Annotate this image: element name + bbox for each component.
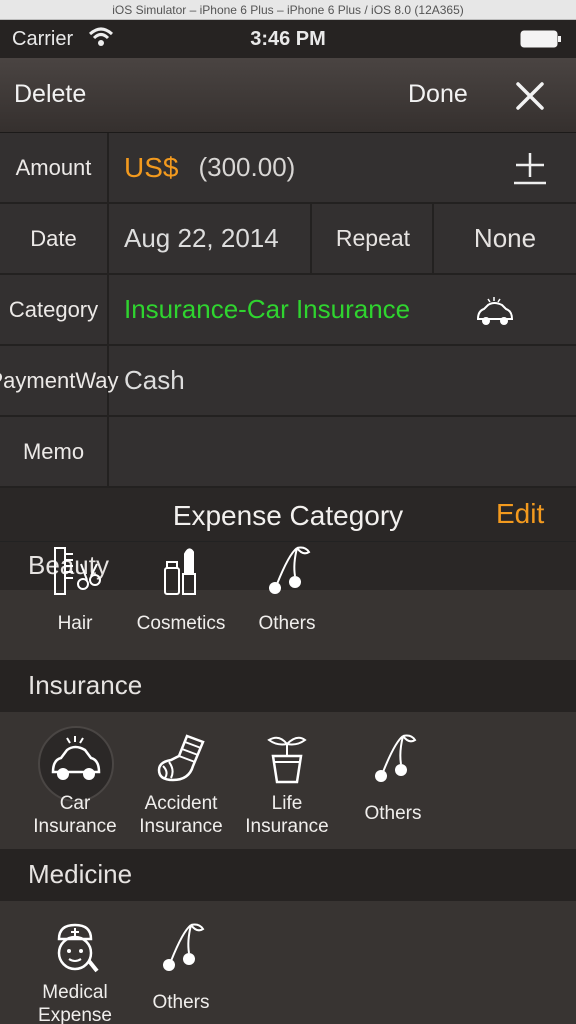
section-name: Insurance bbox=[28, 670, 143, 700]
currency-label[interactable]: US$ bbox=[124, 152, 178, 184]
category-beauty-others[interactable]: Others bbox=[234, 544, 340, 634]
repeat-label: Repeat bbox=[335, 225, 411, 251]
battery-icon bbox=[520, 30, 561, 48]
date-label: Date bbox=[0, 204, 109, 273]
amount-label: Amount bbox=[0, 133, 109, 202]
plus-minus-icon[interactable] bbox=[508, 147, 552, 191]
status-time: 3:46 PM bbox=[250, 28, 326, 50]
cherries-icon bbox=[163, 923, 205, 971]
date-value[interactable]: Aug 22, 2014 bbox=[124, 204, 279, 273]
section-header-medicine: Medicine bbox=[0, 849, 576, 901]
edit-button[interactable]: Edit bbox=[496, 498, 544, 530]
category-cosmetics[interactable]: Cosmetics bbox=[128, 544, 234, 634]
status-bar: Carrier 3:46 PM bbox=[0, 20, 576, 58]
date-row: Date Aug 22, 2014 Repeat None bbox=[0, 204, 576, 275]
delete-button[interactable]: Delete bbox=[14, 80, 86, 109]
amount-value[interactable]: US$ (300.00) bbox=[124, 133, 295, 202]
panel-title: Expense Category bbox=[172, 500, 404, 531]
category-insurance-others[interactable]: Others bbox=[340, 732, 446, 824]
cherries-icon bbox=[269, 546, 311, 594]
payment-label-line1: Payment bbox=[0, 367, 76, 393]
section-header-insurance: Insurance bbox=[0, 660, 576, 712]
memo-label: Memo bbox=[0, 417, 109, 486]
category-grid-insurance: Car Insurance Accident Insurance Life In… bbox=[0, 712, 576, 849]
payment-way-value[interactable]: Cash bbox=[124, 346, 185, 415]
memo-row[interactable]: Memo bbox=[0, 417, 576, 488]
close-icon[interactable] bbox=[512, 78, 548, 114]
cherries-icon bbox=[375, 734, 417, 782]
category-grid-medicine: Medical Expense Others bbox=[0, 901, 576, 1024]
section-name: Medicine bbox=[28, 859, 133, 889]
car-icon bbox=[476, 297, 514, 325]
expense-category-header: Expense Category Edit bbox=[0, 488, 576, 542]
category-life-insurance[interactable]: Life Insurance bbox=[234, 732, 340, 837]
payment-way-label: Payment Way bbox=[0, 346, 119, 415]
category-car-insurance[interactable]: Car Insurance bbox=[22, 726, 128, 837]
category-label: Others bbox=[152, 992, 210, 1013]
navigation-bar: Delete Done bbox=[0, 58, 576, 133]
category-label: Others bbox=[258, 613, 316, 634]
lipstick-icon bbox=[164, 548, 196, 595]
payment-label-line2: Way bbox=[75, 367, 119, 393]
sock-icon bbox=[157, 734, 205, 782]
category-label: Category bbox=[0, 275, 109, 344]
category-value[interactable]: Insurance-Car Insurance bbox=[124, 275, 410, 344]
plant-pot-icon bbox=[267, 736, 307, 784]
category-medicine-others[interactable]: Others bbox=[128, 921, 234, 1013]
done-button[interactable]: Done bbox=[408, 80, 468, 109]
car-icon bbox=[51, 736, 101, 780]
amount-number[interactable]: (300.00) bbox=[198, 152, 295, 183]
payment-way-row[interactable]: Payment Way Cash bbox=[0, 346, 576, 417]
amount-row[interactable]: Amount US$ (300.00) bbox=[0, 133, 576, 204]
category-accident-insurance[interactable]: Accident Insurance bbox=[128, 732, 234, 837]
simulator-title-bar: iOS Simulator – iPhone 6 Plus – iPhone 6… bbox=[0, 0, 576, 20]
repeat-value[interactable]: None bbox=[434, 204, 576, 273]
category-medical-expense[interactable]: Medical Expense bbox=[22, 921, 128, 1024]
comb-scissors-icon bbox=[54, 547, 101, 595]
category-hair[interactable]: Hair bbox=[22, 544, 128, 634]
category-label: Others bbox=[364, 803, 422, 824]
nurse-icon bbox=[57, 923, 99, 973]
category-row[interactable]: Category Insurance-Car Insurance bbox=[0, 275, 576, 346]
